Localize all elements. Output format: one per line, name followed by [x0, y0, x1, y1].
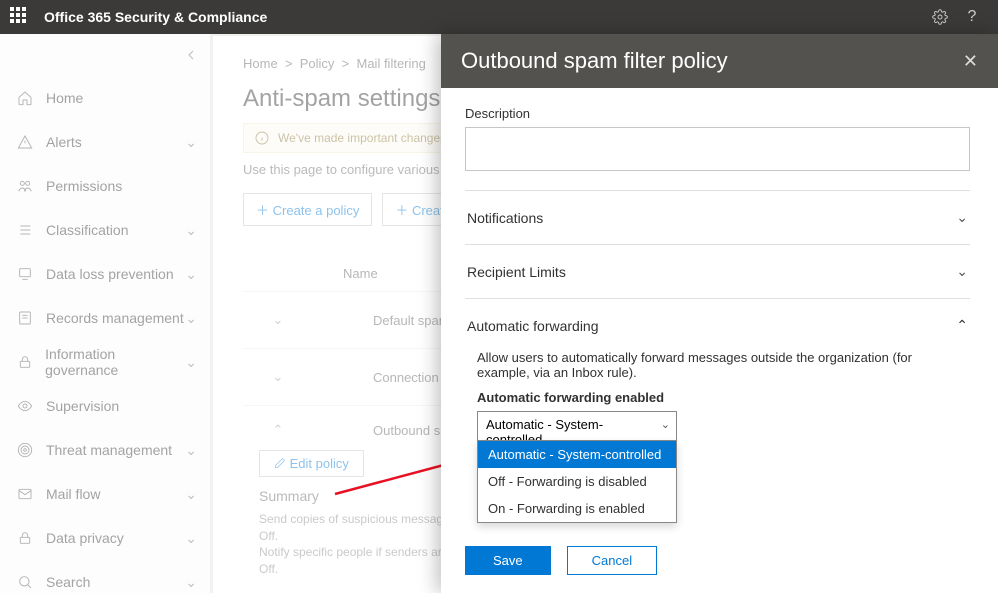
dropdown-option[interactable]: On - Forwarding is enabled [478, 495, 676, 522]
nav-label: Classification [46, 222, 128, 238]
panel-title: Outbound spam filter policy [461, 48, 728, 74]
nav-label: Records management [46, 310, 184, 326]
records-icon [16, 309, 34, 327]
lock-icon [16, 529, 34, 547]
nav-item-permissions[interactable]: Permissions [0, 164, 213, 208]
left-nav: HomeAlerts⌄PermissionsClassification⌄Dat… [0, 34, 213, 593]
app-title: Office 365 Security & Compliance [44, 9, 267, 25]
nav-label: Data privacy [46, 530, 124, 546]
automatic-forwarding-description: Allow users to automatically forward mes… [477, 350, 968, 380]
nav-item-search[interactable]: Search ⌄ [0, 560, 213, 593]
app-launcher-icon[interactable] [10, 7, 30, 27]
chevron-down-icon: ⌄ [185, 266, 197, 283]
nav-label: Permissions [46, 178, 122, 194]
lock-icon [16, 353, 33, 371]
nav-item-classification[interactable]: Classification ⌄ [0, 208, 213, 252]
alert-icon [16, 133, 34, 151]
breadcrumb-current: Mail filtering [357, 56, 426, 71]
edit-policy-button[interactable]: Edit policy [259, 450, 364, 477]
automatic-forwarding-sublabel: Automatic forwarding enabled [477, 390, 968, 405]
chevron-down-icon: ⌄ [243, 369, 313, 385]
chevron-down-icon: ⌄ [956, 209, 968, 226]
automatic-forwarding-section: Automatic forwarding ⌃ Allow users to au… [465, 298, 970, 463]
chevron-left-icon [183, 47, 199, 63]
chevron-down-icon: ⌄ [185, 310, 197, 327]
nav-label: Mail flow [46, 486, 100, 502]
forwarding-dropdown[interactable]: Automatic - System-controlled ⌄ Automati… [477, 411, 677, 453]
chevron-down-icon: ⌄ [185, 442, 197, 459]
panel-footer: Save Cancel [441, 534, 998, 593]
dropdown-option[interactable]: Automatic - System-controlled [478, 441, 676, 468]
dlp-icon [16, 265, 34, 283]
nav-label: Threat management [46, 442, 172, 458]
breadcrumb-policy[interactable]: Policy [300, 56, 335, 71]
help-icon[interactable]: ? [956, 1, 988, 33]
nav-item-information-governance[interactable]: Information governance⌄ [0, 340, 213, 384]
notifications-section[interactable]: Notifications ⌄ [465, 190, 970, 244]
nav-item-data-privacy[interactable]: Data privacy ⌄ [0, 516, 213, 560]
settings-gear-icon[interactable] [924, 1, 956, 33]
nav-label: Alerts [46, 134, 82, 150]
nav-collapse-button[interactable] [0, 34, 213, 76]
chevron-up-icon: ⌃ [956, 317, 968, 334]
chevron-up-icon: ⌃ [243, 422, 313, 438]
home-icon [16, 89, 34, 107]
nav-item-mail-flow[interactable]: Mail flow ⌄ [0, 472, 213, 516]
nav-label: Supervision [46, 398, 119, 414]
automatic-forwarding-header[interactable]: Automatic forwarding ⌃ [467, 317, 968, 334]
recipient-limits-section[interactable]: Recipient Limits ⌄ [465, 244, 970, 298]
cancel-button[interactable]: Cancel [567, 546, 657, 575]
pencil-icon [274, 457, 286, 469]
search-icon [16, 573, 34, 591]
permissions-icon [16, 177, 34, 195]
chevron-down-icon: ⌄ [661, 418, 670, 431]
chevron-down-icon: ⌄ [243, 312, 313, 328]
nav-label: Information governance [45, 346, 185, 378]
description-input[interactable] [465, 127, 970, 171]
nav-item-threat-management[interactable]: Threat management ⌄ [0, 428, 213, 472]
dropdown-option[interactable]: Off - Forwarding is disabled [478, 468, 676, 495]
chevron-down-icon: ⌄ [956, 263, 968, 280]
chevron-down-icon: ⌄ [185, 134, 197, 151]
panel-header: Outbound spam filter policy ✕ [441, 34, 998, 88]
mail-icon [16, 485, 34, 503]
chevron-down-icon: ⌄ [185, 222, 197, 239]
description-label: Description [465, 106, 970, 121]
close-icon[interactable]: ✕ [963, 51, 978, 72]
chevron-down-icon: ⌄ [185, 486, 197, 503]
save-button[interactable]: Save [465, 546, 551, 575]
chevron-down-icon: ⌄ [185, 530, 197, 547]
forwarding-dropdown-list: Automatic - System-controlled Off - Forw… [477, 440, 677, 523]
nav-item-alerts[interactable]: Alerts ⌄ [0, 120, 213, 164]
threat-icon [16, 441, 34, 459]
create-policy-button[interactable]: ＋ Create a policy [243, 193, 372, 226]
chevron-down-icon: ⌄ [185, 354, 197, 371]
nav-label: Search [46, 574, 90, 590]
nav-item-home[interactable]: Home [0, 76, 213, 120]
chevron-down-icon: ⌄ [185, 574, 197, 591]
nav-item-supervision[interactable]: Supervision [0, 384, 213, 428]
nav-label: Home [46, 90, 83, 106]
nav-item-records-management[interactable]: Records management⌄ [0, 296, 213, 340]
nav-label: Data loss prevention [46, 266, 174, 282]
breadcrumb-home[interactable]: Home [243, 56, 278, 71]
eye-icon [16, 397, 34, 415]
list-icon [16, 221, 34, 239]
info-icon [254, 130, 270, 146]
nav-item-data-loss-prevention[interactable]: Data loss prevention ⌄ [0, 252, 213, 296]
flyout-panel: Outbound spam filter policy ✕ Descriptio… [441, 34, 998, 593]
topbar: Office 365 Security & Compliance ? [0, 0, 998, 34]
